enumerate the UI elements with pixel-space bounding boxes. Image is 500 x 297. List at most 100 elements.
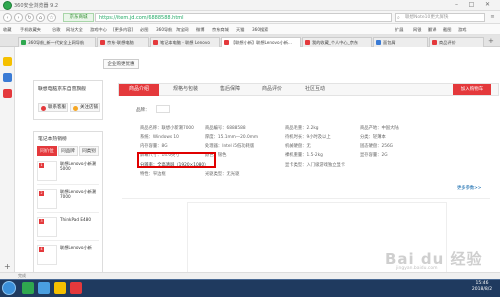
spec-item: 固态硬盘：256G bbox=[360, 144, 394, 149]
spec-item: 系统：Windows 10 bbox=[140, 135, 179, 140]
weibo-icon[interactable] bbox=[3, 89, 12, 98]
spec-item: 裸机重量：1.5-2kg bbox=[285, 153, 323, 158]
bookmark-item[interactable]: 谷歌 bbox=[52, 25, 60, 34]
enterprise-button[interactable]: 企业购更优惠 bbox=[103, 59, 139, 69]
tab-favorites[interactable]: 我的收藏_个人中心_京东 bbox=[302, 37, 372, 47]
add-icon[interactable]: + bbox=[4, 262, 11, 271]
more-params-link[interactable]: 更多参数>> bbox=[457, 185, 481, 191]
tab-reviews[interactable]: 商品评价 bbox=[252, 84, 292, 96]
product-thumbnail: 3 bbox=[37, 217, 57, 237]
menu-icon[interactable]: ≡ bbox=[488, 13, 497, 22]
spec-item: 商品名称：联想小新潮7000 bbox=[140, 126, 194, 131]
spec-item: 机械硬盘：无 bbox=[285, 144, 311, 149]
tab-notebook[interactable]: 笔记本电脑 - 联想 Lenovo bbox=[150, 37, 220, 47]
spec-item: 处理器：Intel i5低功耗版 bbox=[205, 144, 255, 149]
bookmark-item[interactable]: 手机收藏夹 bbox=[20, 25, 41, 34]
new-tab-icon[interactable]: + bbox=[488, 37, 494, 45]
minimize-icon[interactable]: – bbox=[451, 1, 462, 9]
spec-item: 商品毛重：2.2kg bbox=[285, 126, 319, 131]
search-input[interactable]: 联想Note10更大屏快 bbox=[395, 13, 485, 22]
bookmark-item[interactable]: 京东商城 bbox=[212, 25, 229, 34]
bookmark-item[interactable]: 360导航 bbox=[156, 25, 172, 34]
heart-icon bbox=[73, 106, 78, 111]
list-item[interactable]: 1 联想Lenovo小新潮5000 bbox=[37, 158, 99, 185]
tab-jd-lenovo[interactable]: 京东-联想电脑 bbox=[97, 37, 149, 47]
tab-specs[interactable]: 规格与包装 bbox=[163, 84, 208, 96]
shop-name[interactable]: 联想电脑京东自营旗舰 bbox=[38, 85, 86, 92]
bookmark-item[interactable]: 网址大全 bbox=[66, 25, 83, 34]
product-name[interactable]: 联想Lenovo小新 bbox=[60, 245, 98, 250]
start-button[interactable] bbox=[2, 281, 16, 295]
list-item[interactable]: 2 联想Lenovo小新潮7000 bbox=[37, 186, 99, 213]
bookmark-item[interactable]: 翻译 bbox=[428, 25, 436, 34]
tab-same-price[interactable]: 同价位 bbox=[37, 146, 57, 156]
spec-item: 商品编号：6888588 bbox=[205, 126, 246, 131]
brand-label: 品牌： bbox=[136, 108, 150, 113]
app-taskbar-icon[interactable] bbox=[70, 282, 82, 294]
product-thumbnail: 4 bbox=[37, 245, 57, 265]
star-icon[interactable] bbox=[3, 57, 12, 66]
tab-same-brand[interactable]: 同品牌 bbox=[58, 146, 78, 156]
follow-button[interactable]: 关注店铺 bbox=[70, 103, 100, 112]
bookmark-item[interactable]: 必图 bbox=[140, 25, 148, 34]
status-bar: 完成 bbox=[0, 272, 500, 279]
bookmark-item[interactable]: 游戏中心 bbox=[90, 25, 107, 34]
tab-360[interactable]: 360导航_新一代安全上网导航 bbox=[18, 37, 96, 47]
bookmark-item[interactable]: 微博 bbox=[196, 25, 204, 34]
bookmark-item[interactable]: 淘宝网 bbox=[176, 25, 189, 34]
product-name[interactable]: 联想Lenovo小新潮5000 bbox=[60, 161, 98, 171]
watermark-sub: jingyan.baidu.com bbox=[396, 266, 438, 271]
home-icon[interactable]: ⌂ bbox=[36, 13, 45, 22]
spec-item: 显存容量：2G bbox=[360, 153, 388, 158]
spec-item: 商品产地：中国大陆 bbox=[360, 126, 399, 131]
spec-item: 待机时长：9小时及以上 bbox=[285, 135, 331, 140]
bookmark-item[interactable]: 游戏 bbox=[458, 25, 466, 34]
spec-item: 分类：轻薄本 bbox=[360, 135, 386, 140]
bookmark-item[interactable]: [更多内容] bbox=[113, 25, 133, 34]
close-icon[interactable]: ✕ bbox=[482, 1, 493, 9]
bookmarks-bar: 收藏 手机收藏夹 谷歌 网址大全 游戏中心 [更多内容] 必图 360导航 淘宝… bbox=[0, 24, 500, 35]
favorite-icon[interactable]: ☆ bbox=[47, 13, 56, 22]
resolution-highlight-box bbox=[137, 152, 216, 168]
back-icon[interactable]: ‹ bbox=[3, 13, 12, 22]
browser-sidebar: + bbox=[0, 47, 15, 279]
secure-badge[interactable]: 京东商城 bbox=[63, 13, 94, 22]
add-to-cart-button[interactable]: 加入购物车 bbox=[453, 84, 491, 95]
maximize-icon[interactable]: □ bbox=[466, 1, 477, 9]
refresh-icon[interactable]: ↻ bbox=[25, 13, 34, 22]
taskbar-clock: 15:46 2018/8/2 bbox=[466, 281, 498, 293]
list-item[interactable]: 4 联想Lenovo小新 bbox=[37, 242, 99, 269]
bookmark-item[interactable]: 网银 bbox=[413, 25, 421, 34]
forward-icon[interactable]: › bbox=[14, 13, 23, 22]
tab-product[interactable]: 【联想小新】联想Lenovo小新... bbox=[221, 37, 301, 47]
list-item[interactable]: 3 ThinkPad E480 bbox=[37, 214, 99, 241]
hot-list-title: 笔记本热销榜 bbox=[38, 137, 67, 142]
tab-community[interactable]: 社区互动 bbox=[295, 84, 335, 96]
product-thumbnail: 1 bbox=[37, 161, 57, 181]
contact-button[interactable]: 联系客服 bbox=[38, 103, 68, 112]
tab-introduction[interactable]: 商品介绍 bbox=[119, 84, 159, 96]
tab-bar: 360导航_新一代安全上网导航 京东-联想电脑 笔记本电脑 - 联想 Lenov… bbox=[0, 35, 500, 47]
folder-icon[interactable] bbox=[54, 282, 66, 294]
bookmark-item[interactable]: 360搜索 bbox=[252, 25, 268, 34]
brand-logo[interactable] bbox=[156, 105, 170, 113]
bookmark-item[interactable]: 收藏 bbox=[3, 25, 11, 34]
tab-aftersale[interactable]: 售后保障 bbox=[210, 84, 250, 96]
tab-same-category[interactable]: 同类别 bbox=[79, 146, 99, 156]
tab-breadcrumb[interactable]: 面包屑 bbox=[373, 37, 428, 47]
bookmark-item[interactable]: 天猫 bbox=[236, 25, 244, 34]
tab-review[interactable]: 商品评价 bbox=[429, 37, 484, 47]
divider bbox=[122, 198, 490, 199]
product-name[interactable]: ThinkPad E480 bbox=[60, 217, 98, 222]
qq-icon[interactable] bbox=[38, 282, 50, 294]
product-name[interactable]: 联想Lenovo小新潮7000 bbox=[60, 189, 98, 199]
bookmark-item[interactable]: 截图 bbox=[443, 25, 451, 34]
browser-taskbar-icon[interactable] bbox=[22, 282, 34, 294]
url-input[interactable]: https://item.jd.com/6888588.html bbox=[95, 13, 392, 22]
spec-item: 厚度：15.1mm—20.0mm bbox=[205, 135, 259, 140]
bookmark-item[interactable]: 扩展 bbox=[395, 25, 403, 34]
browser-logo-icon bbox=[3, 1, 12, 10]
app-icon[interactable] bbox=[3, 73, 12, 82]
title-bar: 360安全浏览器 9.2 – □ ✕ bbox=[0, 0, 500, 11]
spec-item: 显卡类型：入门级游戏独立显卡 bbox=[285, 163, 346, 168]
